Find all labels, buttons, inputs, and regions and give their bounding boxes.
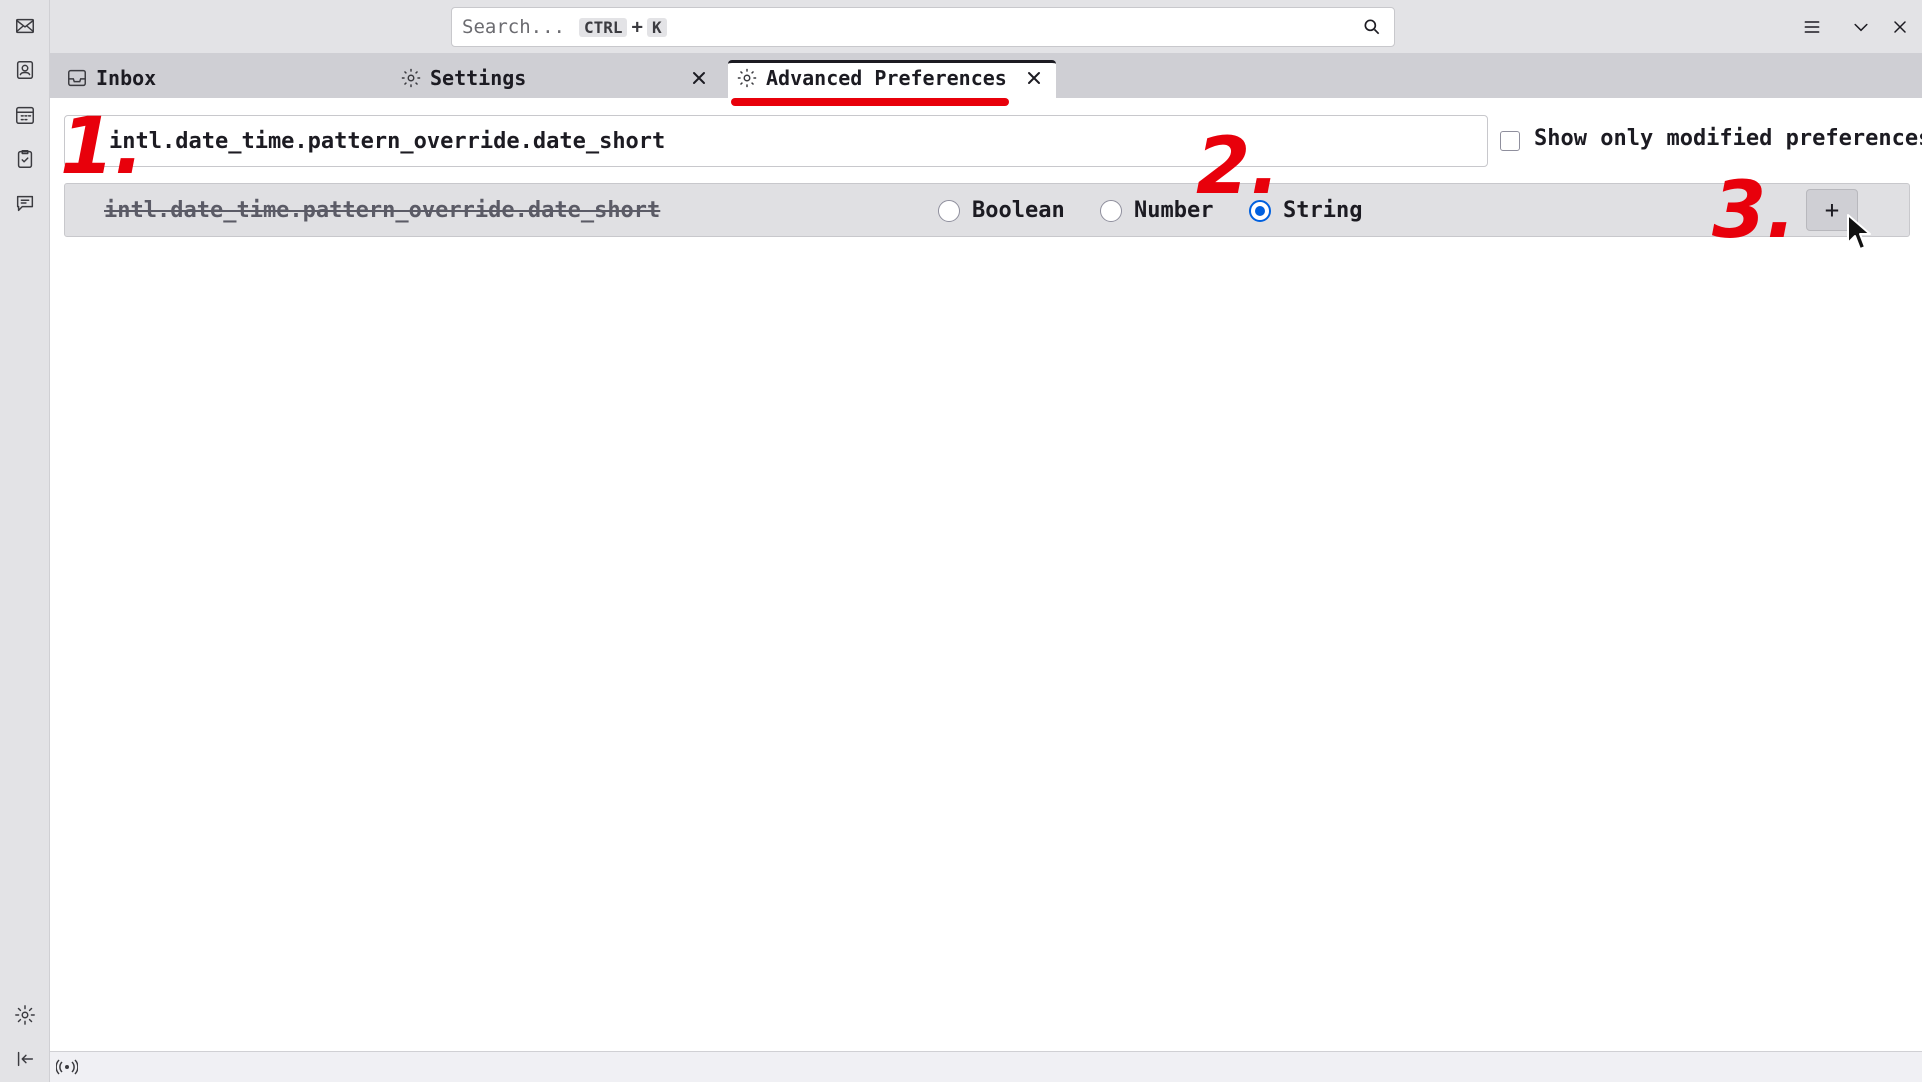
shortcut-plus: + <box>631 16 643 38</box>
online-status-icon[interactable] <box>56 1058 78 1076</box>
boolean-radio[interactable] <box>938 200 960 222</box>
gear-icon <box>736 67 758 89</box>
annotation-underline <box>731 98 1009 106</box>
minimize-icon[interactable] <box>1845 11 1877 43</box>
tab-inbox[interactable]: Inbox <box>66 59 156 97</box>
string-label[interactable]: String <box>1283 198 1362 223</box>
annotation-step-2: 2. <box>1196 122 1280 212</box>
show-modified-checkbox[interactable] <box>1500 131 1520 151</box>
search-icon[interactable] <box>1362 17 1384 39</box>
status-bar <box>50 1051 1922 1082</box>
gear-icon[interactable] <box>10 1000 40 1030</box>
tab-label: Settings <box>430 66 527 90</box>
annotation-step-3: 3. <box>1712 166 1796 256</box>
tab-settings[interactable]: Settings <box>400 59 526 97</box>
shortcut-ctrl: CTRL <box>578 17 628 37</box>
address-book-icon[interactable] <box>10 55 40 85</box>
close-icon[interactable] <box>686 65 712 91</box>
tasks-icon[interactable] <box>10 144 40 174</box>
shortcut-k: K <box>646 17 667 37</box>
close-icon[interactable] <box>1021 65 1047 91</box>
preference-search-value: intl.date_time.pattern_override.date_sho… <box>109 128 666 154</box>
mouse-cursor-icon <box>1847 214 1871 250</box>
collapse-left-icon[interactable] <box>10 1044 40 1074</box>
boolean-label[interactable]: Boolean <box>972 198 1065 223</box>
tab-advanced-preferences[interactable]: Advanced Preferences <box>736 59 1007 97</box>
global-search-input[interactable]: Search... CTRL + K <box>451 7 1395 47</box>
app-menu-icon[interactable] <box>1796 11 1828 43</box>
show-modified-label[interactable]: Show only modified preferences <box>1534 126 1922 151</box>
inbox-icon <box>66 67 88 89</box>
search-placeholder: Search... <box>462 16 565 38</box>
calendar-icon[interactable] <box>10 100 40 130</box>
envelope-icon[interactable] <box>10 11 40 41</box>
close-window-icon[interactable] <box>1884 11 1916 43</box>
number-radio[interactable] <box>1100 200 1122 222</box>
spaces-toolbar <box>0 0 50 1082</box>
chat-icon[interactable] <box>10 188 40 218</box>
tab-label: Inbox <box>96 66 157 90</box>
tab-label: Advanced Preferences <box>766 66 1007 90</box>
annotation-step-1: 1. <box>60 102 144 192</box>
new-preference-name: intl.date_time.pattern_override.date_sho… <box>104 198 661 223</box>
gear-icon <box>400 67 422 89</box>
